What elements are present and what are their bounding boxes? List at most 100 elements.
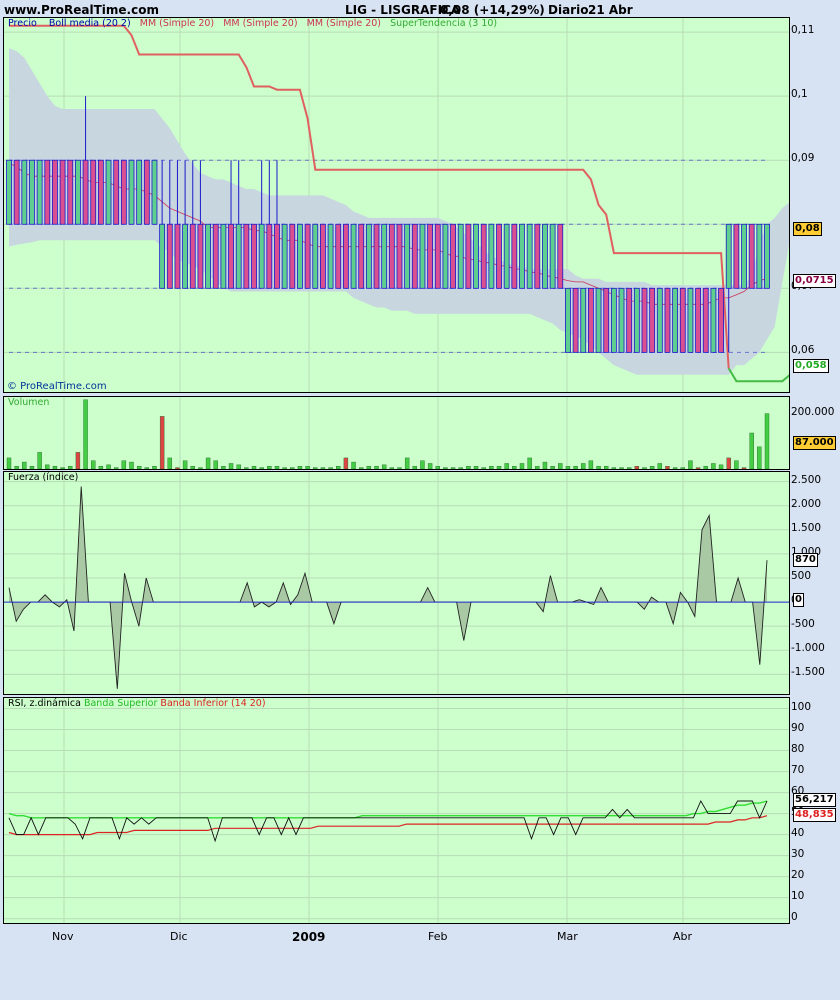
axis-tick-label: 500 xyxy=(791,569,812,582)
volume-bar xyxy=(435,466,440,469)
volume-bar xyxy=(113,467,119,469)
candle-body xyxy=(672,287,679,353)
candle-body xyxy=(59,159,66,225)
candle-body xyxy=(350,223,357,289)
candle-body xyxy=(304,223,311,289)
rsi-lower-badge: 48,835 xyxy=(793,808,836,822)
volume-bar xyxy=(458,467,463,469)
volume-bar xyxy=(496,466,502,469)
candle-body xyxy=(396,223,403,289)
candle-body xyxy=(748,223,755,289)
volume-bar xyxy=(711,463,716,469)
candle-body xyxy=(274,223,280,289)
candle-body xyxy=(411,223,418,289)
volume-bar xyxy=(695,467,701,469)
volume-bar xyxy=(427,463,433,469)
volume-bar xyxy=(198,467,203,469)
volume-bar xyxy=(22,461,27,469)
axis-tick-label: -1.000 xyxy=(791,642,825,655)
candle-body xyxy=(649,287,656,353)
candle-body xyxy=(6,159,12,225)
candle-body xyxy=(679,287,686,353)
volume-bar xyxy=(60,467,65,469)
candle-body xyxy=(733,223,740,289)
price-chart xyxy=(4,18,789,392)
candle-body xyxy=(473,223,479,289)
candle-body xyxy=(595,287,602,353)
fuerza-title: Fuerza (índice) xyxy=(8,472,79,483)
candle-body xyxy=(419,223,426,289)
candle-body xyxy=(166,223,173,289)
axis-tick-label: 2.000 xyxy=(791,497,822,510)
candle-body xyxy=(496,223,502,289)
volume-bar xyxy=(489,466,494,469)
axis-tick-label: 30 xyxy=(791,847,805,860)
volume-badge: 87.000 xyxy=(793,436,836,450)
axis-tick-label: 80 xyxy=(791,742,805,755)
rsi-panel: RSI, z.dinámica Banda Superior Banda Inf… xyxy=(3,697,790,924)
volume-bar xyxy=(136,466,142,469)
candle-body xyxy=(526,223,533,289)
volume-bar xyxy=(573,466,578,469)
axis-tick-label: -1.500 xyxy=(791,666,825,679)
volume-bar xyxy=(159,416,165,469)
volume-bar xyxy=(336,466,341,469)
candle-body xyxy=(205,223,211,289)
volume-bar xyxy=(450,467,456,469)
volume-bar xyxy=(152,466,157,469)
legend-precio: Precio xyxy=(8,18,37,29)
volume-bar xyxy=(565,466,571,469)
volume-bar xyxy=(221,466,226,469)
candle-body xyxy=(434,223,441,289)
axis-tick-label: 0,06 xyxy=(791,344,815,357)
volume-bar xyxy=(328,467,333,469)
volume-bar xyxy=(167,457,172,469)
volume-bar xyxy=(381,464,387,469)
volume-bar xyxy=(45,464,50,469)
candle-body xyxy=(128,159,135,225)
legend-mm1: MM (Simple 20) xyxy=(139,18,215,29)
fuerza-panel: Fuerza (índice) xyxy=(3,471,790,695)
volume-bar xyxy=(588,460,594,469)
x-label-feb: Feb xyxy=(428,930,448,943)
x-label-dic: Dic xyxy=(170,930,188,943)
candle-body xyxy=(320,223,326,289)
candle-body xyxy=(741,223,747,289)
candle-body xyxy=(603,287,610,353)
volume-bar xyxy=(604,466,609,469)
candle-body xyxy=(105,159,112,225)
volume-bar xyxy=(75,452,81,469)
candle-body xyxy=(542,223,548,289)
legend-boll: Boll media (20 2) xyxy=(48,18,131,29)
fuerza-line xyxy=(8,486,768,689)
volume-bar xyxy=(519,463,525,469)
axis-tick-label: -500 xyxy=(791,618,815,631)
volume-bar xyxy=(6,457,12,469)
candle-body xyxy=(82,159,89,225)
legend-mm3: MM (Simple 20) xyxy=(306,18,381,29)
volume-bar xyxy=(83,399,88,469)
axis-tick-label: 70 xyxy=(791,763,805,776)
volume-bar xyxy=(642,467,647,469)
volume-bar xyxy=(213,460,218,469)
volume-bar xyxy=(351,461,356,469)
volume-bar xyxy=(581,463,586,469)
candle-body xyxy=(312,223,319,289)
volume-bar xyxy=(611,467,617,469)
candle-body xyxy=(687,287,694,353)
legend-upper-band: Banda Superior xyxy=(83,698,158,709)
legend-lower-band: Banda Inferior (14 20) xyxy=(160,698,266,709)
volume-bar xyxy=(236,464,241,469)
candle-body xyxy=(281,223,288,289)
volume-bar xyxy=(91,460,96,469)
candle-body xyxy=(197,223,204,289)
candle-body xyxy=(21,159,28,225)
volume-bar xyxy=(175,467,180,469)
volume-bar xyxy=(688,460,693,469)
candle-body xyxy=(388,223,395,289)
volume-bar xyxy=(374,466,379,469)
volume-bar xyxy=(106,464,111,469)
volume-bar xyxy=(535,466,540,469)
candle-body xyxy=(136,159,143,225)
candle-body xyxy=(67,159,74,225)
